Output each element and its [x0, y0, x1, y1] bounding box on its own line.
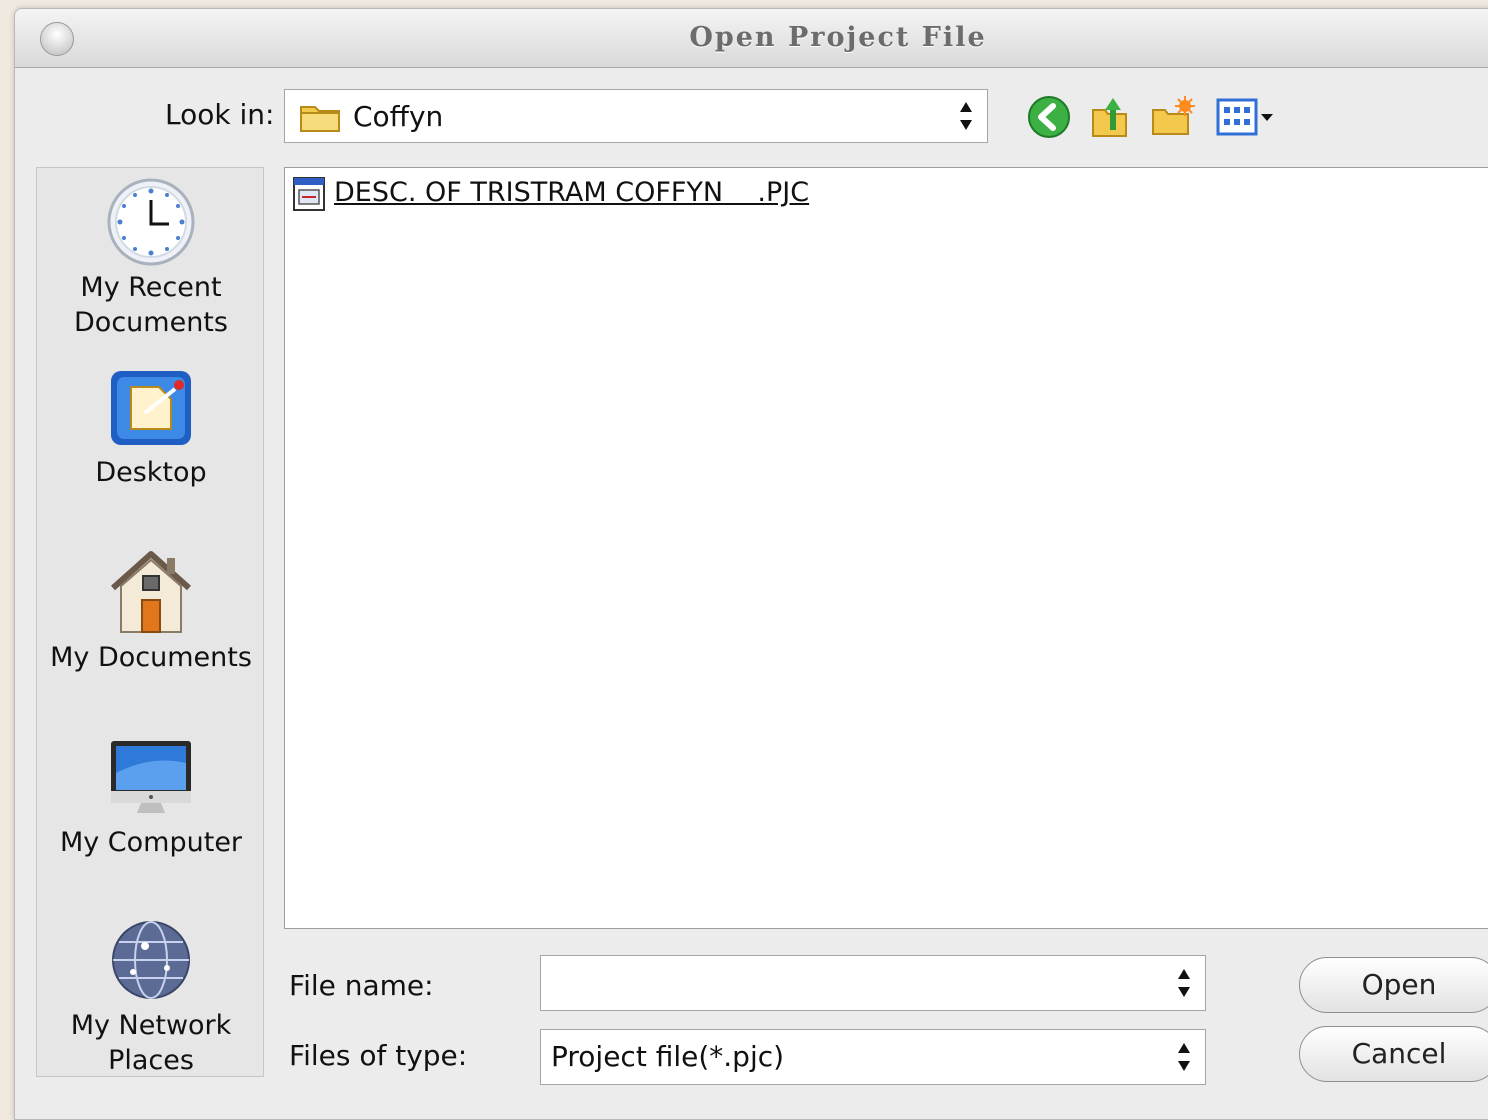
place-label-line2: Places — [108, 1045, 194, 1076]
back-arrow-icon[interactable] — [1025, 94, 1073, 140]
title-bar[interactable]: Open Project File — [15, 9, 1488, 68]
place-desktop[interactable]: Desktop — [37, 363, 265, 490]
desktop-icon — [111, 371, 191, 445]
monitor-icon — [111, 741, 191, 813]
place-my-network-places[interactable]: My Network Places — [37, 916, 265, 1078]
cancel-button[interactable]: Cancel — [1299, 1026, 1488, 1082]
view-menu-icon[interactable] — [1215, 94, 1277, 140]
project-file-icon — [293, 177, 325, 211]
files-of-type-dropdown[interactable]: Project file(*.pjc) — [540, 1029, 1206, 1085]
clock-icon — [107, 178, 195, 266]
up-folder-icon[interactable] — [1087, 94, 1135, 140]
up-down-arrows-icon — [1178, 1043, 1190, 1071]
places-bar: My Recent Documents Desktop My Documents — [36, 167, 264, 1077]
place-label-line1: My Network — [70, 1010, 232, 1041]
house-icon — [110, 551, 192, 633]
place-my-documents[interactable]: My Documents — [37, 548, 265, 675]
open-project-dialog: Open Project File Look in: Coffyn My Rec… — [14, 8, 1488, 1120]
place-label-line1: My Documents — [50, 642, 252, 673]
file-name-label: File name: — [289, 969, 434, 1002]
place-my-recent-documents[interactable]: My Recent Documents — [37, 178, 265, 340]
place-label-line1: My Recent — [80, 272, 222, 303]
dialog-title: Open Project File — [689, 22, 987, 53]
files-of-type-value: Project file(*.pjc) — [551, 1040, 785, 1073]
file-name-field[interactable] — [540, 955, 1206, 1011]
folder-icon — [300, 106, 340, 132]
place-label-line1: Desktop — [95, 457, 207, 488]
new-folder-icon[interactable] — [1149, 94, 1197, 140]
files-of-type-label: Files of type: — [289, 1039, 468, 1072]
place-label-line2: Documents — [74, 307, 228, 338]
file-name-text: DESC. OF TRISTRAM COFFYN .PJC — [334, 177, 810, 208]
up-down-arrows-icon — [960, 102, 972, 130]
look-in-label: Look in: — [165, 98, 275, 131]
place-my-computer[interactable]: My Computer — [37, 733, 265, 860]
up-down-arrows-icon — [1178, 969, 1190, 997]
open-button[interactable]: Open — [1299, 957, 1488, 1013]
globe-icon — [112, 921, 190, 999]
file-list[interactable]: DESC. OF TRISTRAM COFFYN .PJC — [284, 167, 1488, 929]
look-in-value: Coffyn — [353, 100, 444, 133]
place-label-line1: My Computer — [59, 827, 243, 858]
look-in-dropdown[interactable]: Coffyn — [284, 89, 988, 143]
